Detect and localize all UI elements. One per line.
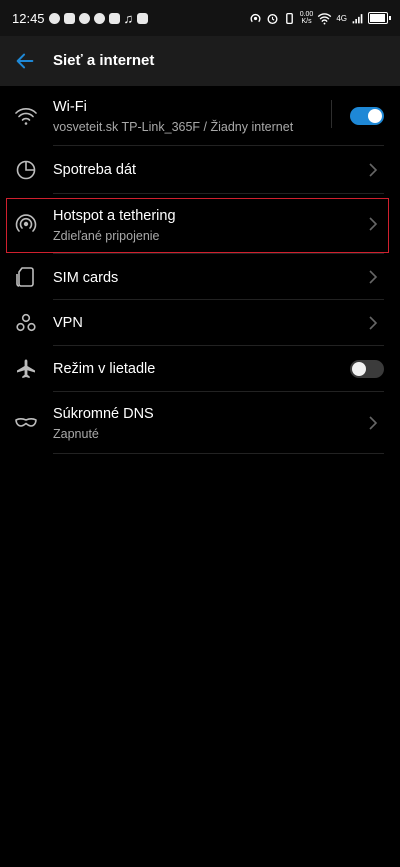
alarm-icon: [267, 13, 278, 24]
vpn-icon: [16, 313, 36, 332]
app-icon: [93, 12, 105, 24]
network-type: 4G: [336, 13, 347, 23]
chevron-right-icon: [369, 217, 378, 231]
private-dns-label: Súkromné DNS: [53, 406, 154, 422]
wifi-toggle[interactable]: [350, 107, 384, 125]
private-dns-subtitle: Zapnuté: [53, 427, 99, 441]
wifi-subtitle: vosveteit.sk TP-Link_365F / Žiadny inter…: [53, 120, 294, 134]
app-icon: [108, 12, 120, 24]
data-usage-icon: [16, 160, 36, 180]
network-speed: 0.00 K/s: [300, 11, 314, 25]
toggle-knob: [352, 362, 366, 376]
hotspot-status-icon: [250, 13, 261, 22]
speed-value: 0.00: [299, 11, 314, 18]
toggle-knob: [368, 109, 382, 123]
list-item-wifi[interactable]: Wi-Fi vosveteit.sk TP-Link_365F / Žiadny…: [0, 86, 400, 146]
arrow-left-icon[interactable]: [14, 50, 36, 72]
speed-unit: K/s: [301, 18, 312, 25]
hotspot-subtitle: Zdieľané pripojenie: [53, 229, 160, 243]
vibrate-icon: [285, 12, 293, 24]
signal-icon: [352, 13, 363, 23]
status-bar: 12:45 ♫ 0.00 K/s 4G: [0, 0, 400, 36]
vpn-label: VPN: [53, 315, 83, 331]
list-item-data-usage[interactable]: Spotreba dát: [0, 146, 400, 194]
messenger-icon: [78, 12, 90, 24]
wifi-label: Wi-Fi: [53, 99, 87, 115]
wifi-icon: [15, 108, 37, 125]
private-dns-icon: [15, 418, 37, 427]
list-item-airplane-mode[interactable]: Režim v lietadle: [0, 346, 400, 392]
list-item-sim-cards[interactable]: SIM cards: [0, 254, 400, 300]
page-title: Sieť a internet: [53, 52, 155, 69]
app-bar: Sieť a internet: [0, 36, 400, 86]
chevron-right-icon: [369, 270, 378, 284]
status-right: 0.00 K/s 4G: [249, 11, 391, 25]
music-icon: ♫: [123, 10, 134, 26]
hotspot-label: Hotspot a tethering: [53, 208, 176, 224]
chevron-right-icon: [369, 163, 378, 177]
airplane-mode-label: Režim v lietadle: [53, 361, 156, 377]
divider: [53, 453, 384, 454]
notification-icon: [48, 12, 60, 24]
image-icon: [137, 12, 149, 24]
hotspot-icon: [15, 214, 37, 232]
chevron-right-icon: [369, 316, 378, 330]
list-item-vpn[interactable]: VPN: [0, 300, 400, 346]
status-left: 12:45 ♫: [12, 10, 149, 26]
battery-icon: [368, 12, 391, 24]
wifi-status-icon: [318, 12, 332, 24]
sim-card-icon: [16, 267, 34, 287]
airplane-icon: [17, 359, 35, 379]
list-item-hotspot[interactable]: Hotspot a tethering Zdieľané pripojenie: [0, 194, 400, 254]
chevron-right-icon: [369, 416, 378, 430]
status-time: 12:45: [12, 10, 45, 26]
list-item-private-dns[interactable]: Súkromné DNS Zapnuté: [0, 392, 400, 454]
divider: [331, 100, 332, 128]
message-icon: [63, 12, 75, 24]
data-usage-label: Spotreba dát: [53, 162, 137, 178]
airplane-mode-toggle[interactable]: [350, 360, 384, 378]
sim-cards-label: SIM cards: [53, 270, 119, 286]
